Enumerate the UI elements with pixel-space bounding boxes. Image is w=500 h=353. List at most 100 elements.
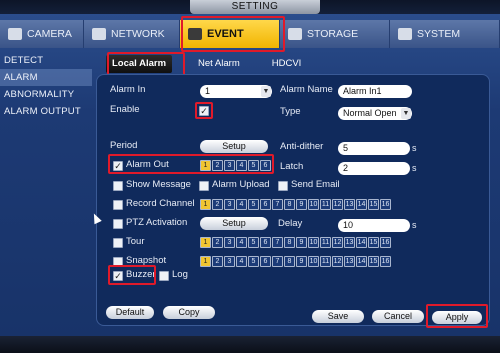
channel-toggle[interactable]: 13 xyxy=(344,199,355,210)
apply-button[interactable]: Apply xyxy=(432,311,482,324)
channel-toggle[interactable]: 6 xyxy=(260,237,271,248)
channel-toggle[interactable]: 5 xyxy=(248,256,259,267)
channel-toggle[interactable]: 6 xyxy=(260,199,271,210)
channel-toggle[interactable]: 9 xyxy=(296,237,307,248)
channel-toggle[interactable]: 7 xyxy=(272,199,283,210)
channel-toggle[interactable]: 3 xyxy=(224,237,235,248)
alarm-out-channel[interactable]: 2 xyxy=(212,160,223,171)
default-button[interactable]: Default xyxy=(106,306,154,319)
tab-camera[interactable]: CAMERA xyxy=(0,20,84,48)
record-channel-label: Record Channel xyxy=(126,198,195,209)
record-channel-checkbox[interactable] xyxy=(113,200,123,210)
anti-dither-input[interactable]: 5 xyxy=(338,142,410,155)
alarm-upload-checkbox[interactable] xyxy=(199,181,209,191)
channel-toggle[interactable]: 5 xyxy=(248,237,259,248)
channel-toggle[interactable]: 12 xyxy=(332,256,343,267)
alarm-out-channel[interactable]: 6 xyxy=(260,160,271,171)
nav-abnormality[interactable]: ABNORMALITY xyxy=(0,86,92,103)
alarm-out-channel[interactable]: 5 xyxy=(248,160,259,171)
show-message-checkbox[interactable] xyxy=(113,181,123,191)
channel-toggle[interactable]: 5 xyxy=(248,199,259,210)
log-checkbox[interactable] xyxy=(159,271,169,281)
alarm-out-channel[interactable]: 3 xyxy=(224,160,235,171)
send-email-checkbox[interactable] xyxy=(278,181,288,191)
channel-toggle[interactable]: 1 xyxy=(200,256,211,267)
channel-toggle[interactable]: 11 xyxy=(320,199,331,210)
channel-toggle[interactable]: 16 xyxy=(380,237,391,248)
channel-toggle[interactable]: 6 xyxy=(260,256,271,267)
channel-toggle[interactable]: 4 xyxy=(236,237,247,248)
channel-toggle[interactable]: 7 xyxy=(272,256,283,267)
channel-toggle[interactable]: 16 xyxy=(380,199,391,210)
tab-label: NETWORK xyxy=(111,28,165,40)
channel-toggle[interactable]: 14 xyxy=(356,237,367,248)
window-title: SETTING xyxy=(190,0,320,14)
channel-toggle[interactable]: 14 xyxy=(356,256,367,267)
channel-toggle[interactable]: 8 xyxy=(284,256,295,267)
channel-toggle[interactable]: 10 xyxy=(308,256,319,267)
snapshot-channels: 1 2 3 4 5 6 7 8 9 10 11 12 13 14 15 16 xyxy=(200,256,391,267)
channel-toggle[interactable]: 15 xyxy=(368,237,379,248)
channel-toggle[interactable]: 9 xyxy=(296,256,307,267)
tour-checkbox[interactable] xyxy=(113,238,123,248)
tab-network[interactable]: NETWORK xyxy=(84,20,180,48)
channel-toggle[interactable]: 10 xyxy=(308,199,319,210)
channel-toggle[interactable]: 2 xyxy=(212,199,223,210)
channel-toggle[interactable]: 13 xyxy=(344,237,355,248)
tab-hdcvi[interactable]: HDCVI xyxy=(266,55,308,73)
channel-toggle[interactable]: 15 xyxy=(368,199,379,210)
tab-system[interactable]: SYSTEM xyxy=(390,20,500,48)
snapshot-checkbox[interactable] xyxy=(113,257,123,267)
channel-toggle[interactable]: 11 xyxy=(320,237,331,248)
channel-toggle[interactable]: 4 xyxy=(236,199,247,210)
nav-alarm-output[interactable]: ALARM OUTPUT xyxy=(0,103,92,120)
channel-toggle[interactable]: 11 xyxy=(320,256,331,267)
latch-input[interactable]: 2 xyxy=(338,162,410,175)
latch-label: Latch xyxy=(280,161,304,172)
nav-alarm[interactable]: ALARM xyxy=(0,69,92,86)
event-icon xyxy=(188,28,202,40)
channel-toggle[interactable]: 8 xyxy=(284,237,295,248)
channel-toggle[interactable]: 16 xyxy=(380,256,391,267)
storage-icon xyxy=(288,28,302,40)
channel-toggle[interactable]: 10 xyxy=(308,237,319,248)
channel-toggle[interactable]: 1 xyxy=(200,237,211,248)
alarm-out-channel[interactable]: 4 xyxy=(236,160,247,171)
channel-toggle[interactable]: 15 xyxy=(368,256,379,267)
tab-local-alarm[interactable]: Local Alarm xyxy=(106,55,173,73)
alarm-in-select[interactable]: 1 ▼ xyxy=(200,85,272,98)
tab-storage[interactable]: STORAGE xyxy=(280,20,390,48)
channel-toggle[interactable]: 13 xyxy=(344,256,355,267)
nav-detect[interactable]: DETECT xyxy=(0,52,92,69)
channel-toggle[interactable]: 2 xyxy=(212,237,223,248)
channel-toggle[interactable]: 3 xyxy=(224,199,235,210)
alarm-name-input[interactable]: Alarm In1 xyxy=(338,85,412,98)
channel-toggle[interactable]: 2 xyxy=(212,256,223,267)
alarm-out-channel[interactable]: 1 xyxy=(200,160,211,171)
type-select[interactable]: Normal Open ▼ xyxy=(338,107,412,120)
cancel-button[interactable]: Cancel xyxy=(372,310,424,323)
alarm-out-checkbox[interactable]: ✓ xyxy=(113,161,123,171)
channel-toggle[interactable]: 8 xyxy=(284,199,295,210)
channel-toggle[interactable]: 7 xyxy=(272,237,283,248)
channel-toggle[interactable]: 12 xyxy=(332,237,343,248)
monitor-bezel-bottom xyxy=(0,336,500,353)
channel-toggle[interactable]: 3 xyxy=(224,256,235,267)
ptz-activation-checkbox[interactable] xyxy=(113,219,123,229)
channel-toggle[interactable]: 12 xyxy=(332,199,343,210)
delay-input[interactable]: 10 xyxy=(338,219,410,232)
buzzer-checkbox[interactable]: ✓ xyxy=(113,271,123,281)
copy-button[interactable]: Copy xyxy=(163,306,215,319)
save-button[interactable]: Save xyxy=(312,310,364,323)
channel-toggle[interactable]: 1 xyxy=(200,199,211,210)
period-setup-button[interactable]: Setup xyxy=(200,140,268,153)
type-value: Normal Open xyxy=(343,108,397,118)
channel-toggle[interactable]: 4 xyxy=(236,256,247,267)
channel-toggle[interactable]: 14 xyxy=(356,199,367,210)
tab-event[interactable]: EVENT xyxy=(180,20,280,48)
ptz-setup-button[interactable]: Setup xyxy=(200,217,268,230)
enable-checkbox[interactable]: ✓ xyxy=(199,106,209,116)
tab-net-alarm[interactable]: Net Alarm xyxy=(192,55,246,73)
alarm-out-channels: 1 2 3 4 5 6 xyxy=(200,160,271,171)
channel-toggle[interactable]: 9 xyxy=(296,199,307,210)
